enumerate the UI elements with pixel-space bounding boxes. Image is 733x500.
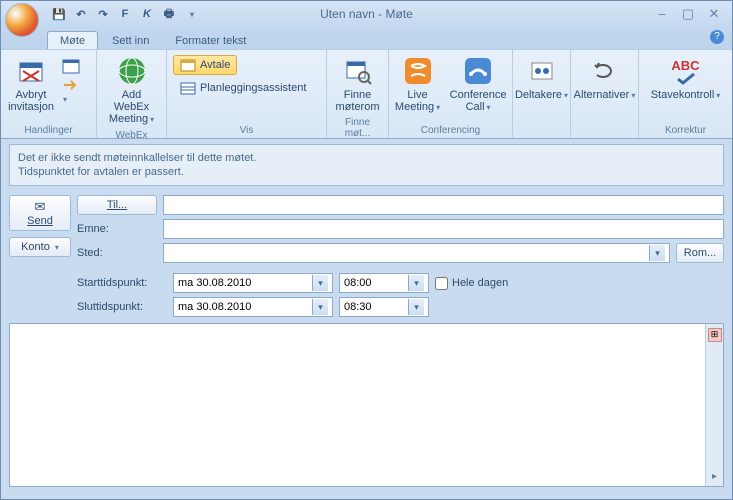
spellcheck-icon: ABC <box>670 55 702 87</box>
conference-call-icon <box>462 55 494 87</box>
close-button[interactable]: ✕ <box>706 6 722 22</box>
start-date-combo[interactable]: ma 30.08.2010▾ <box>173 273 333 293</box>
til-button[interactable]: Til... <box>77 195 157 215</box>
tab-mote[interactable]: Møte <box>47 31 98 49</box>
undo-icon[interactable]: ↶ <box>73 6 89 22</box>
chevron-down-icon[interactable]: ▾ <box>408 275 424 291</box>
scheduling-icon <box>180 81 196 95</box>
send-button[interactable]: ✉ Send <box>9 195 71 231</box>
appointment-icon <box>180 58 196 72</box>
save-icon[interactable]: 💾 <box>51 6 67 22</box>
emne-input[interactable] <box>163 219 724 239</box>
group-label-vis: Vis <box>173 123 320 137</box>
planleggingsassistent-button[interactable]: Planleggingsassistent <box>173 78 313 98</box>
tab-sett-inn[interactable]: Sett inn <box>100 32 161 49</box>
hele-dagen-checkbox[interactable]: Hele dagen <box>435 277 515 290</box>
chevron-down-icon[interactable]: ▾ <box>312 299 328 315</box>
emne-label: Emne: <box>77 223 157 235</box>
options-icon <box>589 55 621 87</box>
til-input[interactable] <box>163 195 724 215</box>
redo-icon[interactable]: ↷ <box>95 6 111 22</box>
group-label-korrektur: Korrektur <box>645 123 726 137</box>
chevron-down-icon[interactable]: ▾ <box>312 275 328 291</box>
sluttidspunkt-label: Sluttidspunkt: <box>77 301 167 313</box>
deltakere-button[interactable]: Deltakere <box>515 53 569 104</box>
group-label-handlinger: Handlinger <box>7 123 90 137</box>
finne-moterom-button[interactable]: Finne møterom <box>333 53 382 115</box>
stavekontroll-button[interactable]: ABC Stavekontroll <box>649 53 723 104</box>
start-time-combo[interactable]: 08:00▾ <box>339 273 429 293</box>
avtale-button[interactable]: Avtale <box>173 55 237 75</box>
group-label-webex: WebEx <box>103 128 160 142</box>
sted-combo[interactable]: ▾ <box>163 243 670 263</box>
forward-small-icon[interactable] <box>61 77 81 105</box>
webex-icon <box>116 55 148 87</box>
side-panel-icon[interactable]: ⊞ <box>708 328 722 342</box>
end-time-combo[interactable]: 08:30▾ <box>339 297 429 317</box>
qat-customize-icon[interactable] <box>183 6 199 22</box>
live-meeting-icon <box>402 55 434 87</box>
maximize-button[interactable]: ▢ <box>680 6 696 22</box>
office-button[interactable] <box>5 3 39 37</box>
conference-call-button[interactable]: Conference Call <box>448 53 508 116</box>
attendees-icon <box>526 55 558 87</box>
starttidspunkt-label: Starttidspunkt: <box>77 277 167 289</box>
live-meeting-button[interactable]: Live Meeting <box>393 53 442 116</box>
calendar-small-icon[interactable] <box>61 57 81 75</box>
group-label-finne: Finne møt... <box>333 115 382 140</box>
sted-label: Sted: <box>77 247 157 259</box>
envelope-icon: ✉ <box>10 199 70 215</box>
help-icon[interactable]: ? <box>710 30 724 44</box>
info-bar: Det er ikke sendt møteinnkallelser til d… <box>9 144 724 186</box>
end-date-combo[interactable]: ma 30.08.2010▾ <box>173 297 333 317</box>
body-textarea[interactable] <box>10 324 705 486</box>
chevron-down-icon[interactable]: ▾ <box>408 299 424 315</box>
avbryt-invitasjon-button[interactable]: Avbryt invitasjon <box>7 53 55 115</box>
calendar-cancel-icon <box>15 55 47 87</box>
find-room-icon <box>342 55 374 87</box>
side-panel-arrow-icon[interactable]: ▸ <box>712 471 717 482</box>
add-webex-meeting-button[interactable]: Add WebEx Meeting <box>103 53 160 128</box>
italic-icon[interactable]: K <box>139 6 155 22</box>
konto-button[interactable]: Konto <box>9 237 71 257</box>
rom-button[interactable]: Rom... <box>676 243 724 263</box>
print-icon[interactable]: 🖶 <box>161 6 177 22</box>
bold-icon[interactable]: F <box>117 6 133 22</box>
group-label-conferencing: Conferencing <box>395 123 506 137</box>
tab-formater-tekst[interactable]: Formater tekst <box>163 32 258 49</box>
chevron-down-icon[interactable]: ▾ <box>649 245 665 261</box>
alternativer-button[interactable]: Alternativer <box>573 53 637 104</box>
minimize-button[interactable]: – <box>654 6 670 22</box>
